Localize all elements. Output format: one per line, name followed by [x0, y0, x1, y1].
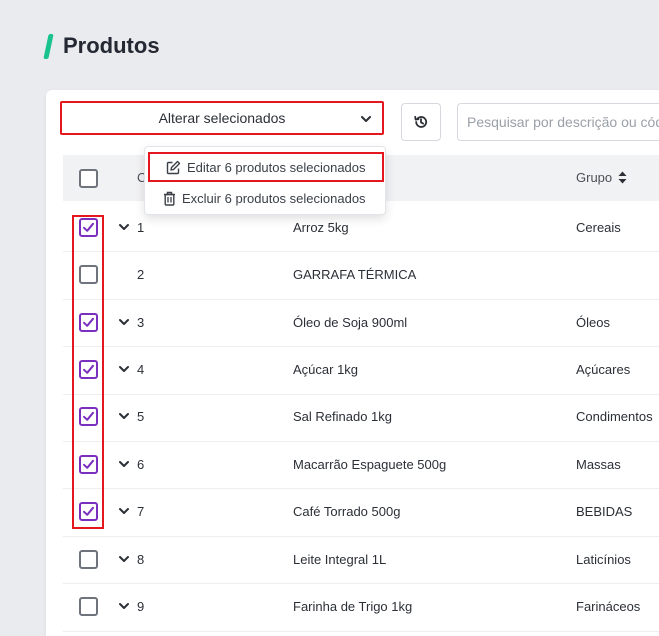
row-expand-button[interactable]	[117, 552, 131, 566]
menu-item-edit-label: Editar 6 produtos selecionados	[187, 159, 366, 175]
cell-description: Leite Integral 1L	[293, 551, 387, 567]
cell-group: BEBIDAS	[576, 504, 633, 520]
cell-code: 5	[137, 409, 145, 425]
cell-code: 1	[137, 219, 145, 235]
row-expand-button[interactable]	[117, 599, 131, 613]
row-expand-button[interactable]	[117, 409, 131, 423]
chevron-down-icon	[119, 413, 129, 420]
row-checkbox[interactable]	[79, 549, 98, 569]
row-expand-button[interactable]	[117, 315, 131, 329]
chevron-down-icon	[361, 116, 371, 122]
cell-code: 4	[137, 361, 145, 377]
cell-code: 6	[137, 456, 145, 472]
history-icon	[414, 115, 428, 128]
row-divider	[63, 630, 659, 632]
row-divider	[63, 583, 659, 585]
page-title: Produtos	[63, 33, 160, 58]
cell-description: Café Torrado 500g	[293, 504, 401, 520]
column-header-group-label: Grupo	[576, 170, 613, 185]
row-checkbox[interactable]	[79, 596, 98, 616]
search-input[interactable]	[457, 103, 659, 141]
column-header-group[interactable]: Grupo	[576, 170, 627, 185]
trash-icon	[164, 191, 175, 206]
chevron-down-icon	[119, 318, 129, 325]
cell-code: 7	[137, 504, 145, 520]
chevron-down-icon	[119, 555, 129, 562]
row-expand-button[interactable]	[117, 362, 131, 376]
cell-description: Macarrão Espaguete 500g	[293, 456, 447, 472]
row-expand-button[interactable]	[117, 504, 131, 518]
row-divider	[63, 346, 659, 348]
row-divider	[63, 535, 659, 537]
cell-code: 3	[137, 314, 145, 330]
chevron-down-icon	[119, 460, 129, 467]
menu-item-delete-selected[interactable]: Excluir 6 produtos selecionados	[163, 187, 366, 209]
chevron-down-icon	[119, 508, 129, 515]
cell-group: Óleos	[576, 314, 610, 330]
chevron-down-icon	[119, 365, 129, 372]
history-button[interactable]	[401, 103, 441, 141]
cell-description: Arroz 5kg	[293, 219, 349, 235]
page-header: Produtos	[43, 33, 160, 59]
cell-group: Farináceos	[576, 598, 641, 614]
sort-icon	[618, 171, 627, 184]
cell-group: Massas	[576, 456, 621, 472]
bulk-action-menu: Editar 6 produtos selecionados Excluir 6…	[144, 146, 386, 215]
menu-item-edit-selected[interactable]: Editar 6 produtos selecionados	[148, 152, 384, 182]
cell-code: 8	[137, 551, 145, 567]
cell-code: 9	[137, 598, 145, 614]
edit-icon	[166, 160, 181, 174]
selected-checkboxes-highlight	[72, 215, 104, 529]
cell-group: Açúcares	[576, 361, 631, 377]
cell-description: GARRAFA TÉRMICA	[293, 267, 417, 283]
title-accent-bar	[43, 33, 54, 59]
cell-group: Laticínios	[576, 551, 631, 567]
menu-item-delete-label: Excluir 6 produtos selecionados	[182, 190, 366, 206]
cell-description: Óleo de Soja 900ml	[293, 314, 408, 330]
row-divider	[63, 441, 659, 442]
select-all-checkbox[interactable]	[79, 169, 98, 188]
cell-description: Farinha de Trigo 1kg	[293, 598, 413, 614]
row-divider	[63, 488, 659, 490]
row-expand-button[interactable]	[117, 457, 131, 471]
row-divider	[63, 393, 659, 395]
bulk-action-select-label: Alterar selecionados	[158, 110, 286, 126]
cell-code: 2	[137, 267, 145, 283]
chevron-down-icon	[119, 602, 129, 609]
bulk-action-select[interactable]: Alterar selecionados	[60, 101, 384, 135]
row-expand-button[interactable]	[117, 220, 131, 234]
cell-group: Cereais	[576, 219, 621, 235]
row-divider	[63, 251, 659, 253]
cell-group: Condimentos	[576, 409, 653, 425]
row-divider	[63, 298, 659, 300]
cell-description: Açúcar 1kg	[293, 361, 359, 377]
chevron-down-icon	[119, 223, 129, 230]
cell-description: Sal Refinado 1kg	[293, 409, 393, 425]
